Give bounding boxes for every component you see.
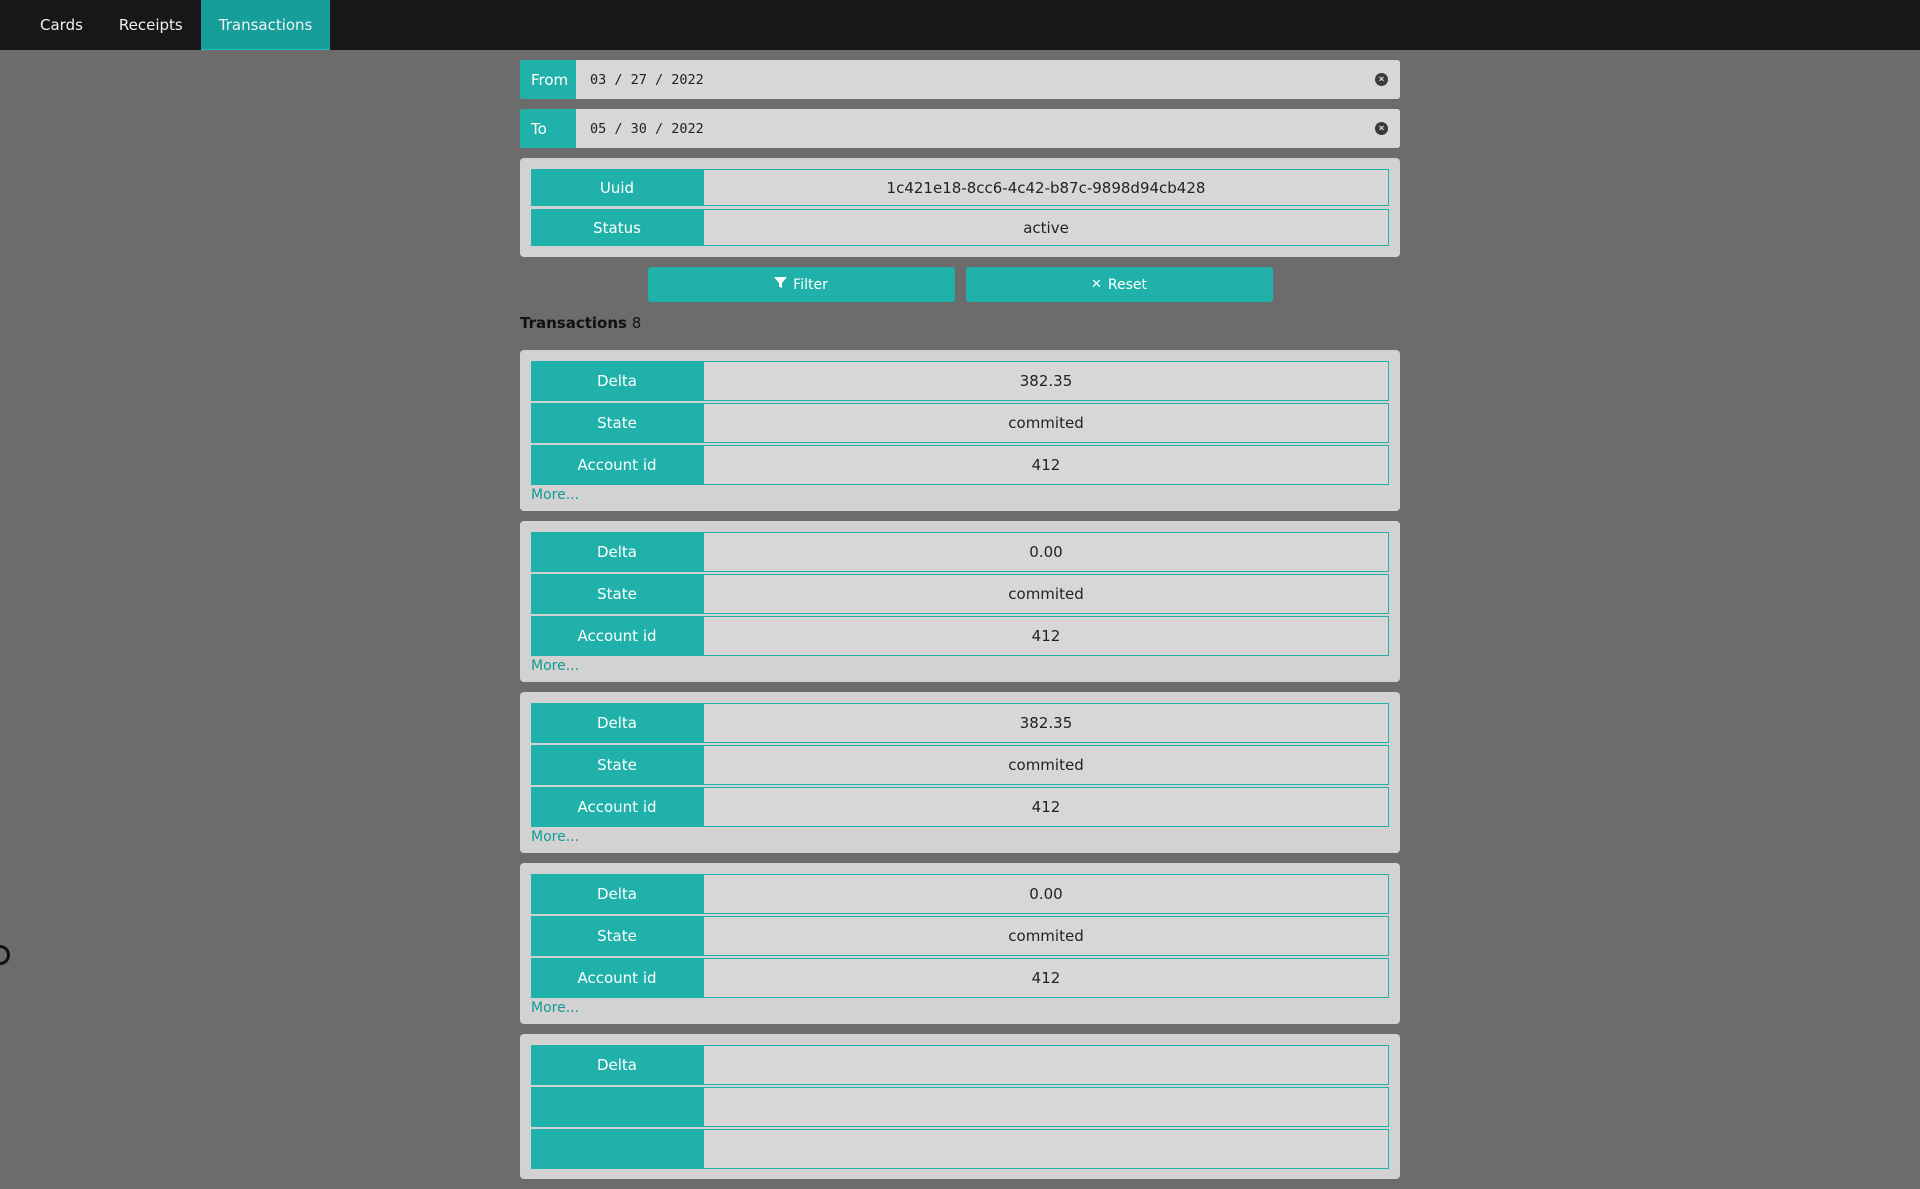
state-row: State commited [531, 403, 1389, 443]
state-label: State [531, 916, 703, 956]
clear-from-icon[interactable]: × [1375, 73, 1388, 86]
card-filter-panel: Uuid 1c421e18-8cc6-4c42-b87c-9898d94cb42… [520, 158, 1400, 257]
delta-label: Delta [531, 703, 703, 743]
account-id-row: Account id 412 [531, 616, 1389, 656]
reset-button-label: Reset [1107, 276, 1147, 293]
state-row [531, 1087, 1389, 1127]
account-id-label: Account id [531, 445, 703, 485]
account-id-row: Account id 412 [531, 958, 1389, 998]
main-content: From 03 / 27 / 2022 × To 05 / 30 / 2022 … [520, 60, 1400, 1189]
state-row: State commited [531, 745, 1389, 785]
account-id-value: 412 [703, 616, 1389, 656]
from-date-input[interactable]: 03 / 27 / 2022 × [576, 60, 1400, 99]
nav-cards[interactable]: Cards [22, 0, 101, 50]
account-id-row [531, 1129, 1389, 1169]
transaction-card: Delta 0.00 State commited Account id 412 More.… [520, 863, 1400, 1024]
status-label: Status [531, 209, 703, 246]
transactions-count: 8 [631, 314, 642, 332]
more-link[interactable]: More... [531, 829, 1389, 845]
account-id-label: Account id [531, 616, 703, 656]
delta-row: Delta 0.00 [531, 532, 1389, 572]
state-value: commited [703, 745, 1389, 785]
top-navigation: Cards Receipts Transactions [0, 0, 1920, 50]
state-label: State [531, 403, 703, 443]
from-date-value: 03 / 27 / 2022 [590, 71, 704, 88]
from-label: From [520, 60, 576, 99]
close-icon: ✕ [1090, 277, 1102, 292]
state-row: State commited [531, 574, 1389, 614]
delta-label: Delta [531, 874, 703, 914]
delta-value [703, 1045, 1389, 1085]
transactions-list: Delta 382.35 State commited Account id 412 Mor… [520, 350, 1400, 1179]
transaction-card: Delta 382.35 State commited Account id 412 Mor… [520, 692, 1400, 853]
delta-row: Delta [531, 1045, 1389, 1085]
account-id-value [703, 1129, 1389, 1169]
state-label: State [531, 574, 703, 614]
uuid-label: Uuid [531, 169, 703, 206]
uuid-value: 1c421e18-8cc6-4c42-b87c-9898d94cb428 [703, 169, 1389, 206]
more-link[interactable]: More... [531, 658, 1389, 674]
transaction-card: Delta [520, 1034, 1400, 1179]
filter-actions: Filter ✕ Reset [520, 267, 1400, 302]
side-circle-icon[interactable] [0, 945, 10, 965]
filter-button[interactable]: Filter [647, 267, 955, 302]
delta-label: Delta [531, 532, 703, 572]
more-link[interactable]: More... [531, 487, 1389, 503]
delta-label: Delta [531, 361, 703, 401]
to-date-input[interactable]: 05 / 30 / 2022 × [576, 109, 1400, 148]
delta-label: Delta [531, 1045, 703, 1085]
account-id-row: Account id 412 [531, 445, 1389, 485]
state-label [531, 1087, 703, 1127]
state-label: State [531, 745, 703, 785]
account-id-value: 412 [703, 958, 1389, 998]
clear-to-icon[interactable]: × [1375, 122, 1388, 135]
to-label: To [520, 109, 576, 148]
account-id-value: 412 [703, 787, 1389, 827]
from-date-group: From 03 / 27 / 2022 × [520, 60, 1400, 99]
to-date-value: 05 / 30 / 2022 [590, 120, 704, 137]
state-value: commited [703, 403, 1389, 443]
transaction-card: Delta 382.35 State commited Account id 412 Mor… [520, 350, 1400, 511]
filter-button-label: Filter [793, 276, 828, 293]
account-id-row: Account id 412 [531, 787, 1389, 827]
delta-row: Delta 382.35 [531, 703, 1389, 743]
delta-value: 382.35 [703, 703, 1389, 743]
account-id-label: Account id [531, 958, 703, 998]
more-link[interactable]: More... [531, 1000, 1389, 1016]
status-value: active [703, 209, 1389, 246]
delta-value: 382.35 [703, 361, 1389, 401]
delta-value: 0.00 [703, 874, 1389, 914]
account-id-label: Account id [531, 787, 703, 827]
transactions-count-line: Transactions 8 [520, 314, 1400, 332]
transactions-heading: Transactions [520, 314, 627, 332]
to-date-group: To 05 / 30 / 2022 × [520, 109, 1400, 148]
state-value: commited [703, 574, 1389, 614]
delta-value: 0.00 [703, 532, 1389, 572]
delta-row: Delta 0.00 [531, 874, 1389, 914]
filter-icon [774, 276, 788, 293]
account-id-value: 412 [703, 445, 1389, 485]
nav-transactions[interactable]: Transactions [200, 0, 331, 50]
delta-row: Delta 382.35 [531, 361, 1389, 401]
transaction-card: Delta 0.00 State commited Account id 412 More.… [520, 521, 1400, 682]
state-row: State commited [531, 916, 1389, 956]
uuid-row: Uuid 1c421e18-8cc6-4c42-b87c-9898d94cb42… [531, 169, 1389, 206]
state-value: commited [703, 916, 1389, 956]
status-row: Status active [531, 209, 1389, 246]
reset-button[interactable]: ✕ Reset [965, 267, 1273, 302]
nav-receipts[interactable]: Receipts [101, 0, 201, 50]
state-value [703, 1087, 1389, 1127]
account-id-label [531, 1129, 703, 1169]
